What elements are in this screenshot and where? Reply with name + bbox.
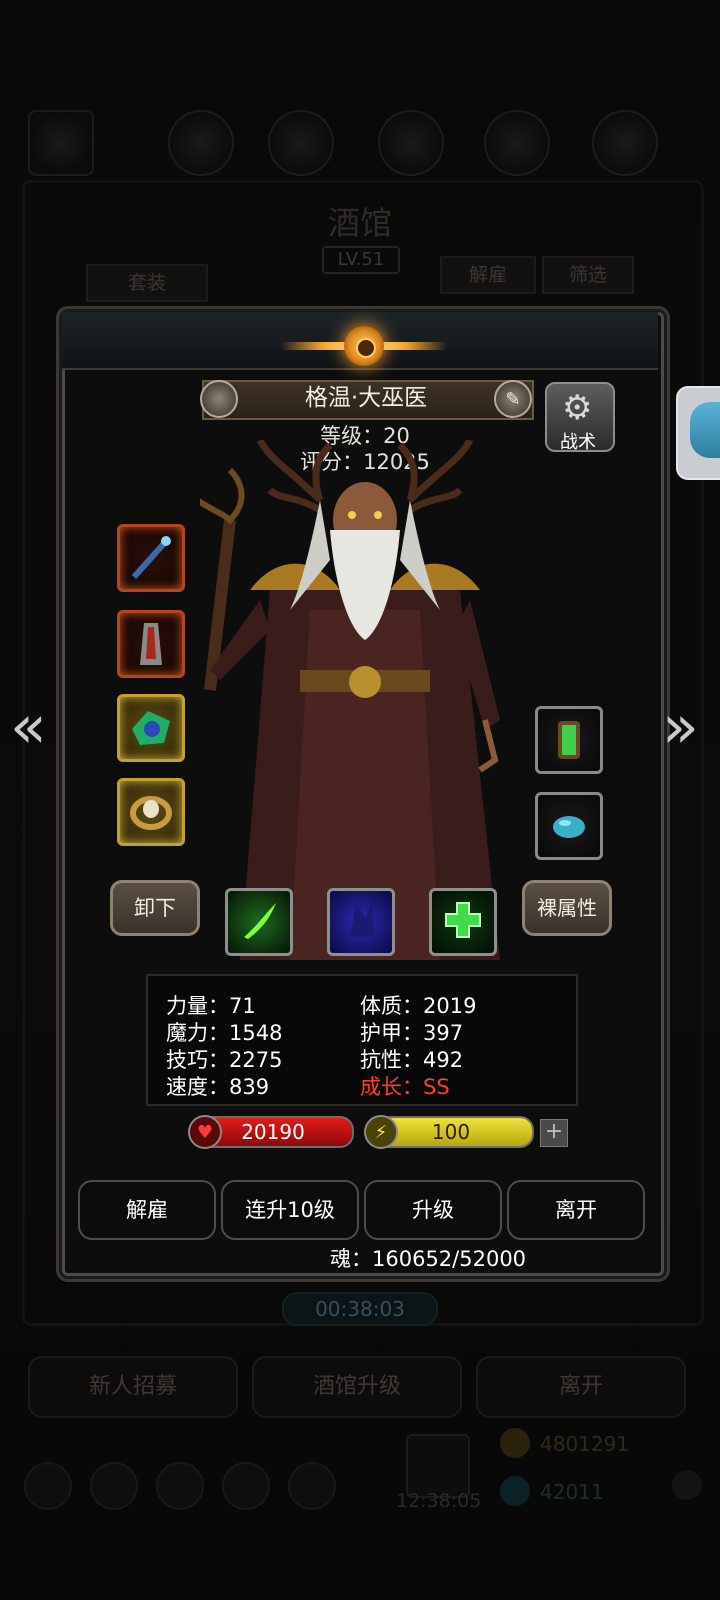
- bg-bottom-icon-3[interactable]: [156, 1462, 204, 1510]
- stat-speed: 速度：839: [166, 1075, 270, 1099]
- skill-slot-2[interactable]: [327, 888, 395, 956]
- bg-recruit-button[interactable]: 新人招募: [28, 1356, 238, 1418]
- stat-strength: 力量：71: [166, 994, 256, 1018]
- bg-hero-avatar-icon: [28, 110, 94, 176]
- tactics-label: 战术: [560, 432, 596, 453]
- staff-icon: [120, 527, 182, 589]
- equip-slot-armor[interactable]: [117, 610, 185, 678]
- bg-menu-icon-1: [168, 110, 234, 176]
- equip-slot-weapon[interactable]: [117, 524, 185, 592]
- heart-icon: ♥: [188, 1115, 222, 1149]
- bg-gold-amount: 4801291: [540, 1432, 630, 1456]
- robe-icon: [120, 613, 182, 675]
- bg-gem-icon: [500, 1476, 530, 1506]
- ring-icon: [120, 781, 182, 843]
- bg-dismiss-button[interactable]: 解雇: [440, 256, 536, 294]
- bg-menu-icon-4: [484, 110, 550, 176]
- gear-icon: ⚙: [562, 388, 593, 428]
- level-up-button[interactable]: 升级: [364, 1180, 502, 1240]
- bg-bottom-icon-5[interactable]: [288, 1462, 336, 1510]
- bg-gold-icon: [500, 1428, 530, 1458]
- stat-magic: 魔力：1548: [166, 1021, 283, 1045]
- bg-bottom-icon-2[interactable]: [90, 1462, 138, 1510]
- bg-menu-icon-3: [378, 110, 444, 176]
- leave-button[interactable]: 离开: [507, 1180, 645, 1240]
- bg-upgrade-tavern-button[interactable]: 酒馆升级: [252, 1356, 462, 1418]
- bg-gem-amount: 42011: [540, 1480, 604, 1504]
- stat-resistance: 抗性：492: [360, 1048, 464, 1072]
- gem-icon: [538, 795, 600, 857]
- shadow-skill-icon: [338, 897, 384, 947]
- level-up-10-button[interactable]: 连升10级: [221, 1180, 359, 1240]
- next-hero-arrow-icon[interactable]: »: [662, 692, 699, 762]
- equip-slot-gem[interactable]: [535, 792, 603, 860]
- base-attributes-button[interactable]: 裸属性: [522, 880, 612, 936]
- bg-leave-button[interactable]: 离开: [476, 1356, 686, 1418]
- rename-pencil-icon[interactable]: ✎: [494, 380, 532, 418]
- equip-slot-ring[interactable]: [117, 778, 185, 846]
- bg-filter-button[interactable]: 筛选: [542, 256, 634, 294]
- hero-badge-icon[interactable]: [200, 380, 238, 418]
- skill-slot-1[interactable]: [225, 888, 293, 956]
- stat-armor: 护甲：397: [360, 1021, 464, 1045]
- bg-tavern-level: LV.51: [322, 246, 400, 274]
- lightning-icon: ⚡: [364, 1115, 398, 1149]
- green-claw-skill-icon: [236, 897, 282, 947]
- bg-timer-text: 00:38:03: [315, 1297, 405, 1321]
- stat-growth: 成长：SS: [360, 1075, 450, 1099]
- bg-suit-button[interactable]: 套装: [86, 264, 208, 302]
- jade-emblem-icon: [120, 697, 182, 759]
- soul-count: 魂：160652/52000: [330, 1247, 527, 1271]
- bg-bottom-icon-1[interactable]: [24, 1462, 72, 1510]
- bg-settings-icon[interactable]: [672, 1470, 702, 1500]
- bg-gift-icon[interactable]: [406, 1434, 470, 1498]
- stat-skill: 技巧：2275: [166, 1048, 283, 1072]
- bg-menu-icon-5: [592, 110, 658, 176]
- stat-constitution: 体质：2019: [360, 994, 477, 1018]
- bg-clock: 12:38:05: [396, 1490, 482, 1512]
- hero-name: 格温·大巫医: [304, 385, 428, 411]
- dismiss-button[interactable]: 解雇: [78, 1180, 216, 1240]
- prev-hero-arrow-icon[interactable]: «: [10, 692, 47, 762]
- bg-tavern-title: 酒馆: [327, 204, 392, 242]
- bg-timer: 00:38:03: [282, 1292, 438, 1326]
- bg-menu-icon-2: [268, 110, 334, 176]
- side-tab-icon: [690, 402, 720, 458]
- heal-cross-icon: [440, 897, 486, 947]
- lantern-icon: [538, 709, 600, 771]
- equip-slot-relic[interactable]: [535, 706, 603, 774]
- unequip-button[interactable]: 卸下: [110, 880, 200, 936]
- skill-slot-3[interactable]: [429, 888, 497, 956]
- emblem-core: [356, 338, 376, 358]
- add-energy-button[interactable]: +: [540, 1119, 568, 1147]
- equip-slot-accessory[interactable]: [117, 694, 185, 762]
- bg-bottom-icon-4[interactable]: [222, 1462, 270, 1510]
